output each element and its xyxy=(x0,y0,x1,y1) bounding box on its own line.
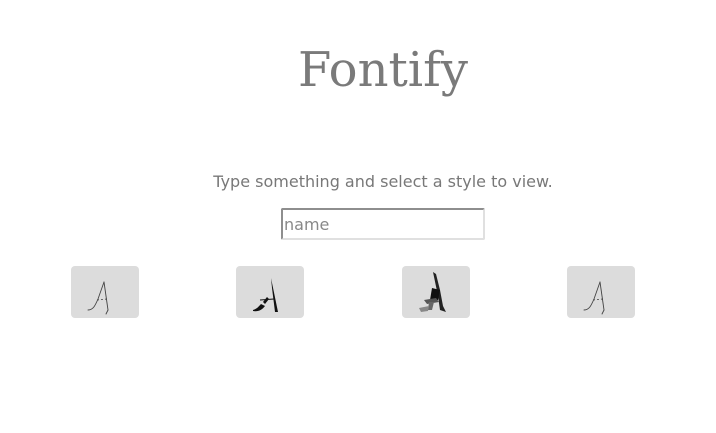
app-title: Fontify xyxy=(297,42,468,98)
style-button-thin-2[interactable] xyxy=(567,266,635,318)
style-button-ink[interactable] xyxy=(402,266,470,318)
calligraphy-a-ink-icon xyxy=(419,272,446,312)
calligraphy-a-thin-icon xyxy=(87,281,109,315)
name-input[interactable] xyxy=(281,208,485,240)
style-button-thin-1[interactable] xyxy=(71,266,139,318)
instruction-text: Type something and select a style to vie… xyxy=(213,172,553,191)
calligraphy-a-thin-icon xyxy=(583,281,605,315)
style-button-brush[interactable] xyxy=(236,266,304,318)
calligraphy-a-brush-icon xyxy=(253,278,278,312)
